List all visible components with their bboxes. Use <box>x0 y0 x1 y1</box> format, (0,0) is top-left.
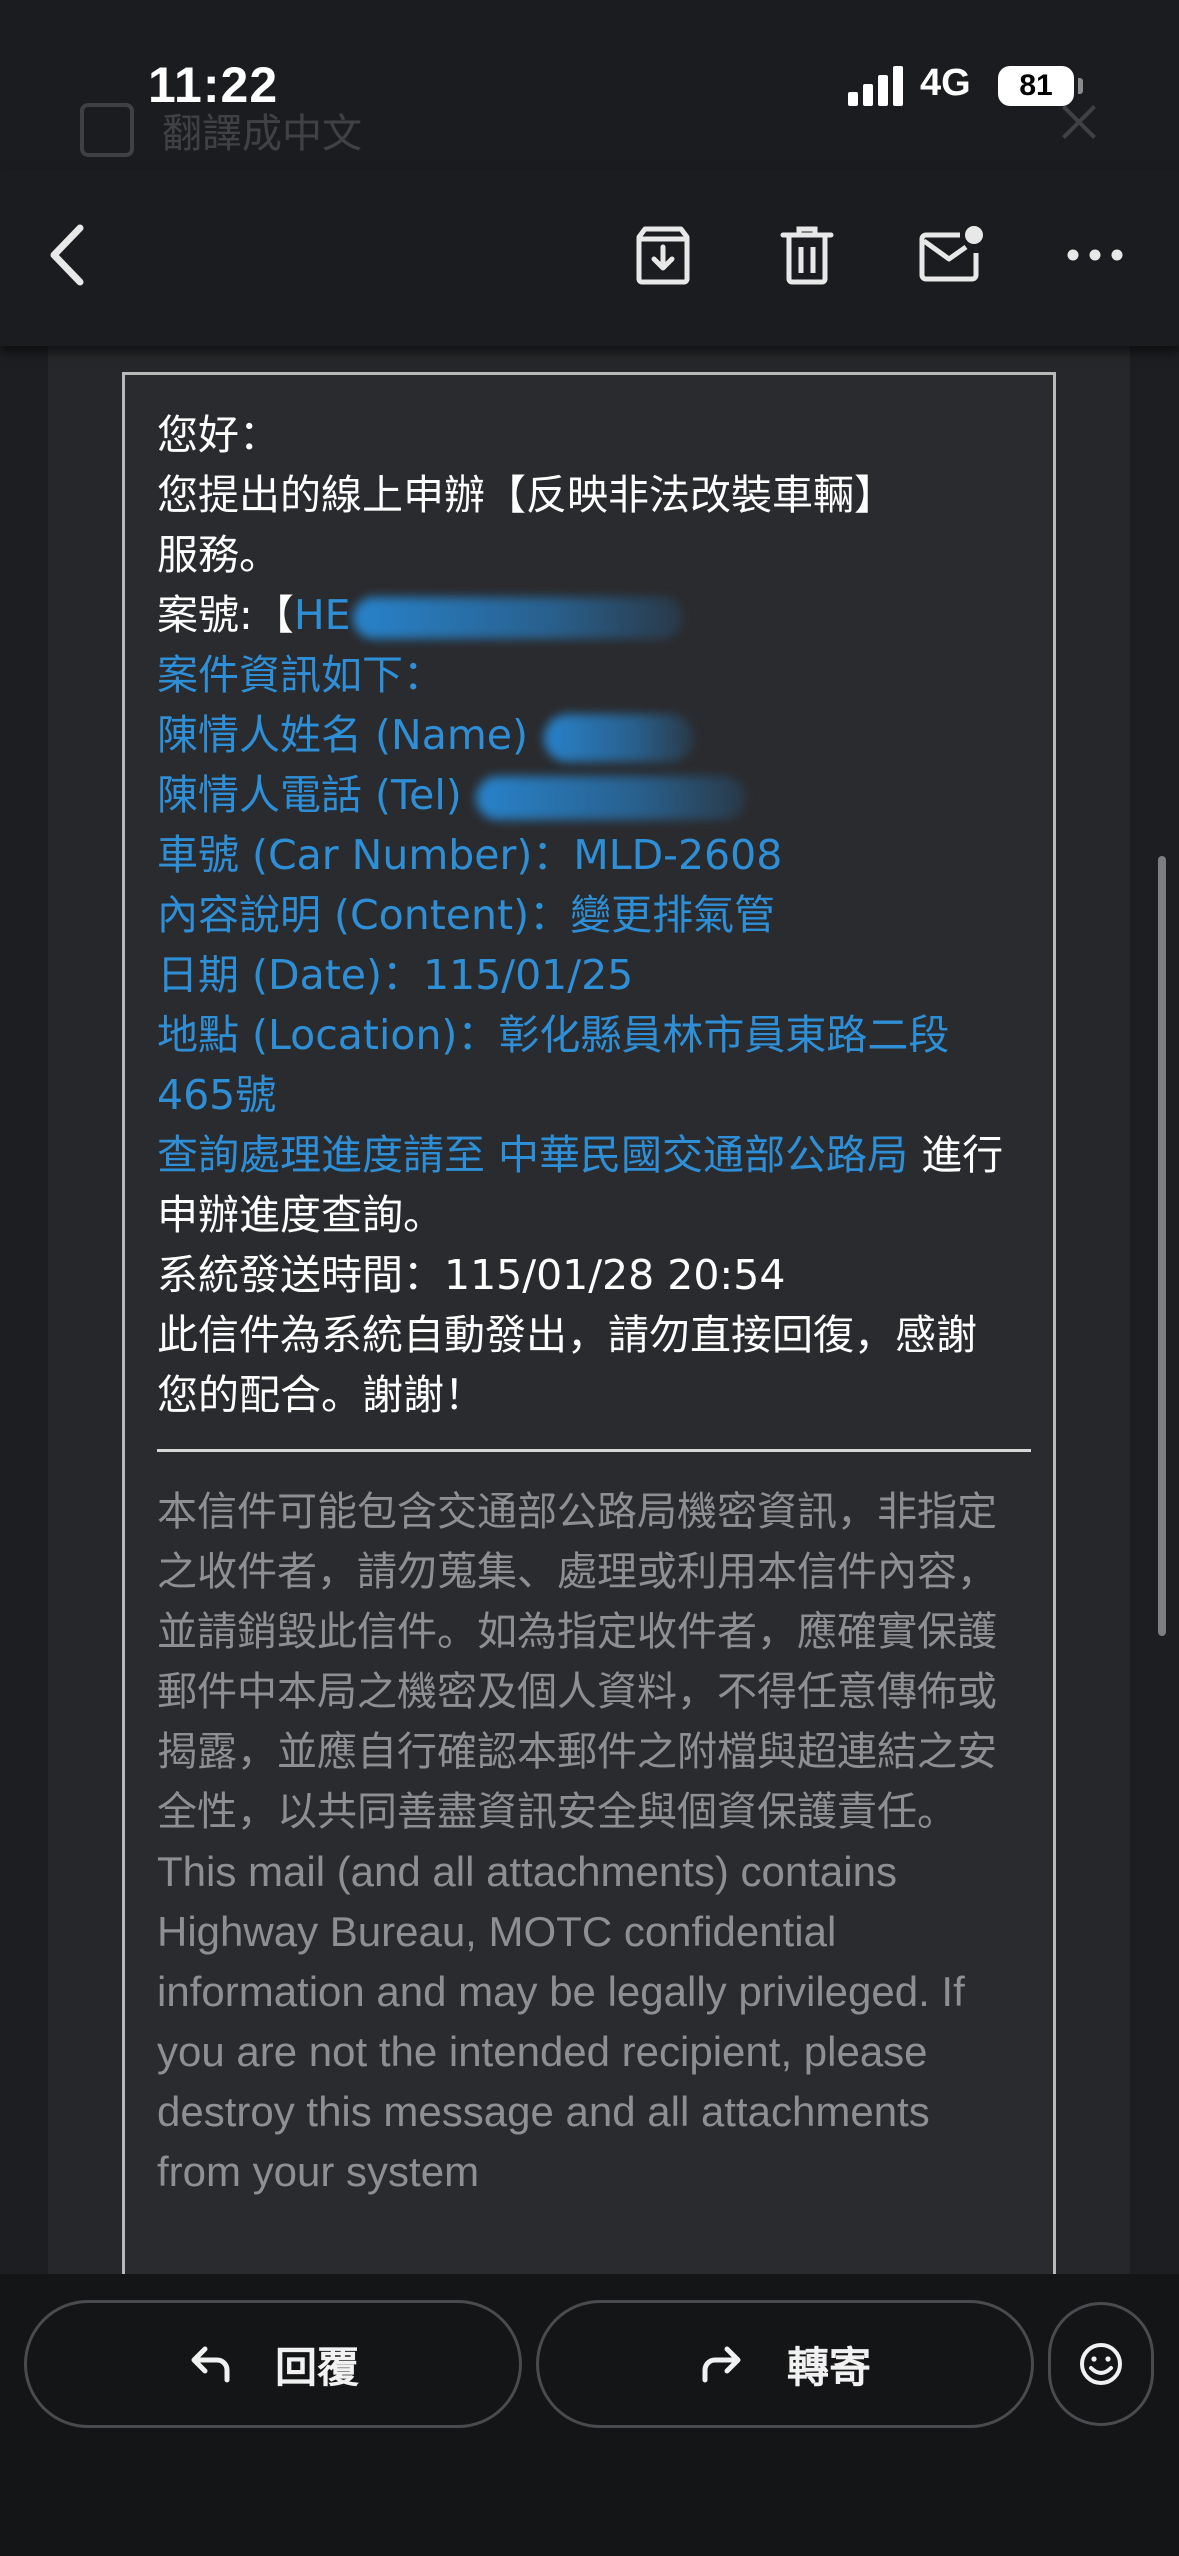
reply-button[interactable]: 回覆 <box>24 2300 522 2428</box>
mail-unread-icon <box>919 226 983 282</box>
mark-unread-button[interactable] <box>906 210 996 300</box>
forward-label: 轉寄 <box>786 2342 871 2392</box>
more-options-button[interactable] <box>1050 210 1140 300</box>
email-body-scroll[interactable]: 您好： 您提出的線上申辦【反映非法改裝車輛】 服務。 案號:【HE 案件資訊如下… <box>0 346 1179 2274</box>
network-type: 4G <box>920 62 971 104</box>
applicant-tel-redaction <box>475 776 746 820</box>
date-line: 日期 (Date)：115/01/25 <box>157 951 634 999</box>
chevron-left-icon <box>50 224 84 286</box>
battery-level: 81 <box>1019 69 1053 102</box>
greeting: 您好： <box>157 411 280 459</box>
delete-button[interactable] <box>762 210 852 300</box>
battery-tip <box>1078 78 1083 94</box>
archive-button[interactable] <box>618 210 708 300</box>
emoji-reaction-button[interactable] <box>1048 2302 1154 2426</box>
case-prefix: 案號:【 <box>157 591 294 639</box>
auto-notice: 此信件為系統自動發出，請勿直接回復，感謝您的配合。謝謝！ <box>157 1311 977 1419</box>
status-time: 11:22 <box>148 57 279 113</box>
reply-icon <box>191 2346 230 2383</box>
highway-bureau-link[interactable]: 查詢處理進度請至 中華民國交通部公路局 <box>157 1131 908 1179</box>
intro-line-1: 您提出的線上申辦【反映非法改裝車輛】 <box>157 471 895 519</box>
email-reader-screen: 翻譯成中文 11:22 4G 81 您好： 您提出的線上申辦【反映非法改裝車輛】… <box>0 0 1179 2556</box>
case-number-link[interactable]: HE <box>294 591 351 639</box>
car-number-line: 車號 (Car Number)：MLD-2608 <box>157 831 783 879</box>
disclaimer: 本信件可能包含交通部公路局機密資訊，非指定之收件者，請勿蒐集、處理或利用本信件內… <box>157 1482 1031 2202</box>
status-bar: 翻譯成中文 11:22 4G 81 <box>0 0 1179 170</box>
applicant-name-label: 陳情人姓名 (Name) <box>157 711 528 759</box>
back-button[interactable] <box>22 210 112 300</box>
disclaimer-zh: 本信件可能包含交通部公路局機密資訊，非指定之收件者，請勿蒐集、處理或利用本信件內… <box>157 1489 997 1835</box>
translate-close-icon <box>1057 100 1101 144</box>
applicant-tel-label: 陳情人電話 (Tel) <box>157 771 462 819</box>
location-line: 地點 (Location)：彰化縣員林市員東路二段465號 <box>157 1011 950 1119</box>
disclaimer-en: This mail (and all attachments) contains… <box>157 1848 965 2195</box>
forward-icon <box>702 2346 741 2383</box>
case-number-redaction <box>352 597 683 639</box>
cellular-signal-icon <box>848 66 904 106</box>
battery-icon: 81 <box>998 66 1074 106</box>
divider <box>157 1449 1031 1452</box>
info-header: 案件資訊如下： <box>157 651 444 699</box>
case-number-line: 案號:【HE <box>157 585 1031 645</box>
smiley-icon <box>1080 2343 1122 2385</box>
applicant-tel-line: 陳情人電話 (Tel) <box>157 765 1031 825</box>
applicant-name-line: 陳情人姓名 (Name) <box>157 705 1031 765</box>
reply-label: 回覆 <box>274 2342 359 2392</box>
email-message-frame: 您好： 您提出的線上申辦【反映非法改裝車輛】 服務。 案號:【HE 案件資訊如下… <box>122 372 1056 2274</box>
archive-icon <box>636 226 690 285</box>
query-line: 查詢處理進度請至 中華民國交通部公路局 進行申辦進度查詢。 <box>157 1125 1017 1245</box>
trash-icon <box>780 226 834 285</box>
intro-line-2: 服務。 <box>157 531 280 579</box>
applicant-name-redaction <box>543 714 694 762</box>
content-line: 內容說明 (Content)：變更排氣管 <box>157 891 776 939</box>
forward-button[interactable]: 轉寄 <box>536 2300 1034 2428</box>
bottom-action-bar: 回覆 轉寄 <box>0 2274 1179 2556</box>
translate-icon <box>80 103 134 157</box>
more-horizontal-icon <box>1067 249 1123 261</box>
scrollbar-thumb[interactable] <box>1158 856 1166 1636</box>
email-toolbar <box>0 170 1179 346</box>
sent-time-line: 系統發送時間：115/01/28 20:54 <box>157 1251 786 1299</box>
